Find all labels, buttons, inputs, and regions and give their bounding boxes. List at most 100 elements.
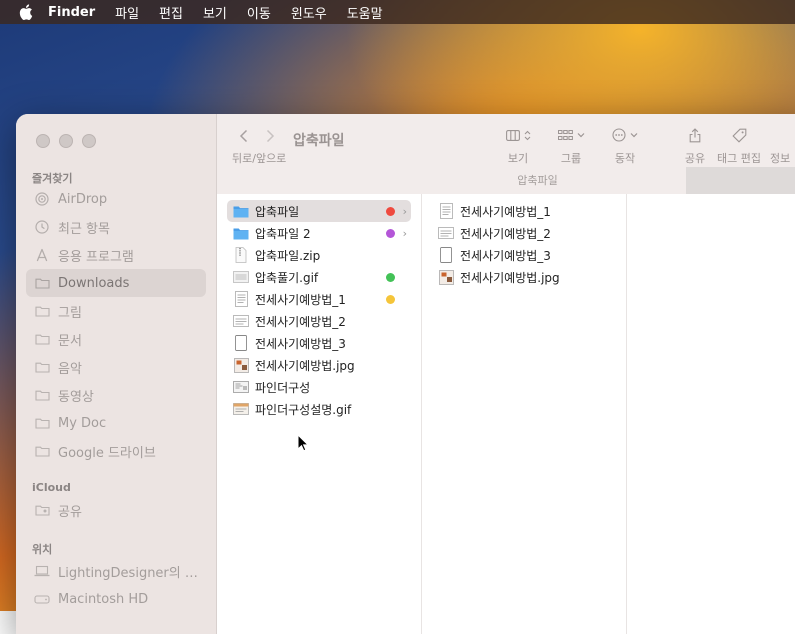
back-button[interactable]	[239, 128, 249, 147]
page-icon	[438, 247, 454, 263]
file-name: 압축파일	[255, 204, 300, 219]
disk-icon	[34, 592, 50, 606]
share-button[interactable]: 공유	[680, 126, 710, 166]
list-item[interactable]: 압축파일.zip	[227, 244, 411, 266]
shared-folder-icon	[34, 503, 50, 517]
sidebar-item-downloads[interactable]: Downloads	[26, 269, 206, 297]
file-name: 전세사기예방법.jpg	[255, 358, 355, 373]
sidebar-item-documents[interactable]: 문서	[26, 325, 206, 353]
mouse-pointer-icon	[297, 433, 310, 455]
chevron-down-icon	[577, 133, 584, 138]
sidebar-item-label: 응용 프로그램	[58, 249, 134, 265]
tag-green-dot	[386, 272, 395, 282]
chevron-right-icon: ›	[402, 226, 407, 240]
sidebar-item-label: LightingDesigner의 M...	[58, 565, 206, 581]
list-item[interactable]: 전세사기예방법_3	[227, 332, 411, 354]
sidebar-item-music[interactable]: 음악	[26, 353, 206, 381]
info-button[interactable]: 정보	[770, 126, 795, 166]
sidebar-item-airdrop[interactable]: AirDrop	[26, 185, 206, 213]
tag-red-dot	[386, 206, 395, 216]
screenshot-file-icon	[233, 379, 249, 395]
minimize-window-button[interactable]	[59, 134, 73, 148]
column-browser: 압축파일 › 압축파일 2 › 압축파일.zip 압축풀기.gif 전세사기예방…	[217, 194, 795, 634]
chevron-down-icon	[630, 133, 638, 138]
list-item[interactable]: 파인더구성설명.gif	[227, 398, 411, 420]
file-name: 파인더구성	[255, 380, 311, 395]
list-item[interactable]: 전세사기예방법_3	[432, 244, 616, 266]
path-bar-title: 압축파일	[517, 174, 558, 187]
toolbar-corner	[686, 167, 795, 194]
list-item[interactable]: 전세사기예방법_1	[227, 288, 411, 310]
share-icon	[689, 127, 701, 142]
sidebar-item-my-doc[interactable]: My Doc	[26, 409, 206, 437]
menu-file[interactable]: 파일	[115, 3, 139, 22]
sidebar-item-google-drive[interactable]: Google 드라이브	[26, 437, 206, 465]
sidebar-item-label: 그림	[58, 305, 82, 321]
file-name: 전세사기예방법_2	[460, 226, 551, 241]
list-item[interactable]: 압축풀기.gif	[227, 266, 411, 288]
sidebar-item-label: 최근 항목	[58, 221, 110, 237]
folder-icon	[34, 388, 50, 402]
list-item[interactable]: 파인더구성	[227, 376, 411, 398]
sidebar-item-shared[interactable]: 공유	[26, 496, 206, 524]
file-name: 압축파일.zip	[255, 248, 321, 263]
zoom-window-button[interactable]	[82, 134, 96, 148]
sidebar-item-label: Google 드라이브	[58, 445, 156, 461]
menu-edit[interactable]: 편집	[159, 3, 183, 22]
menu-view[interactable]: 보기	[203, 3, 227, 22]
chevron-updown-icon	[524, 130, 530, 140]
presentation-icon	[438, 225, 454, 241]
tag-icon	[731, 128, 746, 143]
menu-go[interactable]: 이동	[247, 3, 271, 22]
share-label: 공유	[684, 152, 706, 165]
file-name: 파인더구성설명.gif	[255, 402, 352, 417]
list-item[interactable]: 압축파일 2 ›	[227, 222, 411, 244]
clock-icon	[34, 220, 50, 234]
sidebar-item-recents[interactable]: 최근 항목	[26, 213, 206, 241]
sidebar-item-movies[interactable]: 동영상	[26, 381, 206, 409]
info-label: 정보	[770, 152, 791, 165]
forward-button[interactable]	[265, 128, 275, 147]
folder-icon	[34, 416, 50, 430]
sidebar-item-mac[interactable]: LightingDesigner의 M...	[26, 557, 206, 585]
list-item[interactable]: 전세사기예방법_2	[227, 310, 411, 332]
file-name: 전세사기예방법_3	[255, 336, 346, 351]
toolbar: 뒤로/앞으로 압축파일 보기 그룹 동작 공유 태그 편집 정보 압축파일	[217, 114, 795, 195]
tag-purple-dot	[386, 228, 395, 238]
folder-icon	[34, 444, 50, 458]
close-window-button[interactable]	[36, 134, 50, 148]
zip-file-icon	[233, 247, 249, 263]
menu-app-finder[interactable]: Finder	[48, 5, 95, 20]
file-name: 전세사기예방법_2	[255, 314, 346, 329]
grid-icon	[557, 129, 573, 140]
list-item[interactable]: 전세사기예방법.jpg	[227, 354, 411, 376]
list-item[interactable]: 전세사기예방법.jpg	[432, 266, 616, 288]
action-button[interactable]: 동작	[607, 126, 643, 166]
sidebar-item-label: 음악	[58, 361, 82, 377]
list-item[interactable]: 전세사기예방법_2	[432, 222, 616, 244]
sidebar-item-macintosh-hd[interactable]: Macintosh HD	[26, 585, 206, 613]
menu-window[interactable]: 윈도우	[291, 3, 327, 22]
sidebar-item-label: 공유	[58, 504, 82, 520]
finder-window: 즐겨찾기 AirDrop 최근 항목 응용 프로그램 Downloads 그림 …	[16, 114, 795, 634]
view-label: 보기	[507, 152, 529, 165]
document-icon	[438, 203, 454, 219]
laptop-icon	[34, 564, 50, 578]
chevron-left-icon	[239, 129, 248, 143]
sidebar-section-favorites: 즐겨찾기	[32, 172, 73, 185]
list-item[interactable]: 전세사기예방법_1	[432, 200, 616, 222]
sidebar-item-applications[interactable]: 응용 프로그램	[26, 241, 206, 269]
group-button[interactable]: 그룹	[553, 126, 589, 166]
action-label: 동작	[614, 152, 636, 165]
apple-icon[interactable]	[18, 4, 34, 20]
view-button[interactable]: 보기	[500, 126, 536, 166]
list-item[interactable]: 압축파일 ›	[227, 200, 411, 222]
sidebar-item-pictures[interactable]: 그림	[26, 297, 206, 325]
file-name: 전세사기예방법_3	[460, 248, 551, 263]
sidebar-item-label: My Doc	[58, 415, 107, 431]
folder-icon	[233, 225, 249, 241]
sidebar-item-label: Macintosh HD	[58, 591, 149, 607]
edit-tags-button[interactable]: 태그 편집	[717, 126, 761, 166]
ellipsis-circle-icon	[612, 128, 626, 142]
menu-help[interactable]: 도움말	[347, 3, 383, 22]
